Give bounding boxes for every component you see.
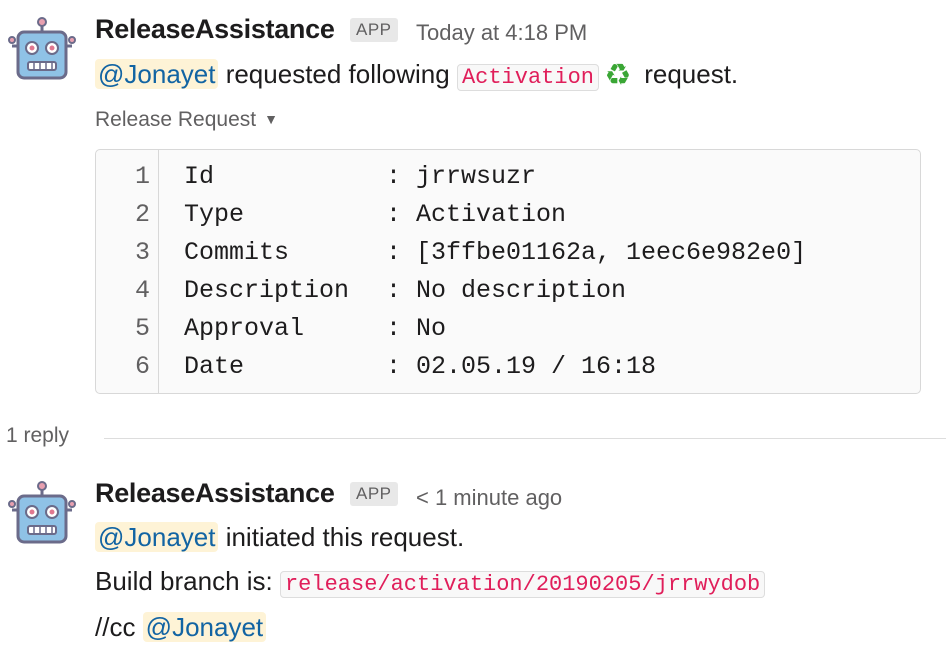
field-key: Approval <box>184 314 305 343</box>
field-value: : No description <box>386 276 627 305</box>
app-badge: APP <box>350 482 398 506</box>
inline-code: release/activation/20190205/jrrwydob <box>279 571 766 598</box>
app-badge: APP <box>350 18 398 42</box>
sender-name[interactable]: ReleaseAssistance <box>95 478 335 509</box>
caret-down-icon[interactable]: ▼ <box>264 111 278 127</box>
code-block: 1 Id : jrrwsuzr 2 Type : Activation 3 Co… <box>95 149 921 394</box>
sender-name[interactable]: ReleaseAssistance <box>95 14 335 45</box>
message-text-line: @Jonayet initiated this request. <box>95 522 464 553</box>
field-key: Description <box>184 276 350 305</box>
line-number: 1 <box>134 162 150 191</box>
user-mention[interactable]: @Jonayet <box>95 59 219 89</box>
thread-divider <box>104 438 946 439</box>
code-line: 2 Type : Activation <box>96 200 920 238</box>
message-text-segment: //cc <box>95 612 143 642</box>
attachment-title[interactable]: Release Request ▼ <box>95 108 278 132</box>
message-text-segment: initiated this request. <box>218 522 465 552</box>
message-text-segment: requested following <box>218 59 457 89</box>
user-mention[interactable]: @Jonayet <box>142 612 267 642</box>
code-line: 6 Date : 02.05.19 / 16:18 <box>96 352 920 390</box>
field-key: Commits <box>184 238 290 267</box>
line-number: 2 <box>134 200 150 229</box>
field-key: Type <box>184 200 245 229</box>
message-text-segment: request. <box>636 59 739 89</box>
line-number: 4 <box>134 276 150 305</box>
message-text: @Jonayet requested following Activation ♻… <box>95 58 738 93</box>
inline-code: Activation <box>456 64 599 91</box>
attachment-title-label: Release Request <box>95 108 257 131</box>
field-key: Date <box>184 352 245 381</box>
line-number: 5 <box>134 314 150 343</box>
message-text-line: //cc @Jonayet <box>95 612 267 643</box>
robot-avatar-icon[interactable] <box>8 16 76 84</box>
thread-reply-count[interactable]: 1 reply <box>6 424 69 448</box>
user-mention[interactable]: @Jonayet <box>95 522 219 552</box>
line-number: 3 <box>134 238 150 267</box>
message-timestamp[interactable]: Today at 4:18 PM <box>416 20 587 46</box>
field-value: : 02.05.19 / 16:18 <box>386 352 657 381</box>
code-line: 1 Id : jrrwsuzr <box>96 162 920 200</box>
recycle-icon: ♻ <box>604 59 632 92</box>
message-timestamp[interactable]: < 1 minute ago <box>416 485 562 511</box>
field-value: : No <box>386 314 447 343</box>
field-value: : jrrwsuzr <box>386 162 537 191</box>
line-number: 6 <box>134 352 150 381</box>
code-line: 4 Description : No description <box>96 276 920 314</box>
code-line: 3 Commits : [3ffbe01162a, 1eec6e982e0] <box>96 238 920 276</box>
robot-avatar-icon[interactable] <box>8 480 76 548</box>
message-text-segment: Build branch is: <box>95 566 280 596</box>
code-line: 5 Approval : No <box>96 314 920 352</box>
message-text-line: Build branch is: release/activation/2019… <box>95 566 766 598</box>
field-key: Id <box>184 162 215 191</box>
field-value: : Activation <box>386 200 567 229</box>
field-value: : [3ffbe01162a, 1eec6e982e0] <box>386 238 807 267</box>
